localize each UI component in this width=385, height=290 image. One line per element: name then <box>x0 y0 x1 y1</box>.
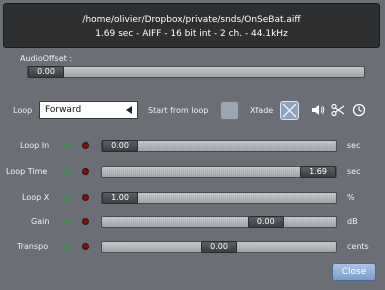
transpo-label: Transpo <box>17 242 49 251</box>
loop-time-unit: sec <box>347 167 361 176</box>
record-icon[interactable] <box>82 194 89 201</box>
audio-offset-slider[interactable]: 0.00 <box>27 66 365 78</box>
loop-time-thumb[interactable]: 1.69 <box>300 166 336 178</box>
chevron-left-icon <box>126 106 132 114</box>
loop-label: Loop <box>13 106 33 115</box>
transpo-thumb[interactable]: 0.00 <box>201 241 237 253</box>
loop-time-label: Loop Time <box>6 167 48 176</box>
loop-x-thumb[interactable]: 1.00 <box>102 192 138 204</box>
play-icon[interactable] <box>65 168 71 176</box>
loop-in-thumb[interactable]: 0.00 <box>102 140 138 152</box>
speaker-icon[interactable] <box>311 103 325 117</box>
play-icon[interactable] <box>65 243 71 251</box>
transpo-unit: cents <box>347 242 369 251</box>
transpo-slider[interactable]: 0.00 <box>101 241 337 253</box>
xfade-label: Xfade <box>250 106 274 115</box>
gain-thumb[interactable]: 0.00 <box>247 216 284 228</box>
play-icon[interactable] <box>65 142 71 150</box>
audio-offset-thumb[interactable]: 0.00 <box>28 66 64 78</box>
record-icon[interactable] <box>82 243 89 250</box>
file-path: /home/olivier/Dropbox/private/snds/OnSeB… <box>82 15 301 25</box>
start-from-loop-checkbox[interactable] <box>220 101 239 120</box>
gain-label: Gain <box>31 217 50 226</box>
start-from-loop-label: Start from loop <box>148 106 209 115</box>
loop-in-unit: sec <box>347 141 361 150</box>
play-icon[interactable] <box>65 194 71 202</box>
record-icon[interactable] <box>82 168 89 175</box>
file-info-panel: /home/olivier/Dropbox/private/snds/OnSeB… <box>3 3 380 48</box>
record-icon[interactable] <box>82 142 89 149</box>
loop-x-slider[interactable]: 1.00 <box>101 192 337 204</box>
loop-in-slider[interactable]: 0.00 <box>101 140 337 152</box>
record-icon[interactable] <box>82 218 89 225</box>
scissors-icon[interactable] <box>331 103 345 117</box>
xfade-checkbox[interactable] <box>280 101 299 120</box>
loop-mode-value: Forward <box>45 105 82 115</box>
file-details: 1.69 sec - AIFF - 16 bit int - 2 ch. - 4… <box>95 29 288 39</box>
loop-x-unit: % <box>347 193 355 202</box>
close-button[interactable]: Close <box>332 263 376 281</box>
cross-icon <box>282 103 297 118</box>
clock-icon[interactable] <box>352 103 366 117</box>
loop-x-label: Loop X <box>22 193 50 202</box>
play-icon[interactable] <box>65 218 71 226</box>
gain-unit: dB <box>347 217 358 226</box>
loop-mode-select[interactable]: Forward <box>39 101 138 119</box>
audio-offset-label: AudioOffset : <box>20 54 73 63</box>
loop-in-label: Loop In <box>20 141 50 150</box>
loop-time-slider[interactable]: 1.69 <box>101 166 337 178</box>
gain-slider[interactable]: 0.00 <box>101 216 337 228</box>
